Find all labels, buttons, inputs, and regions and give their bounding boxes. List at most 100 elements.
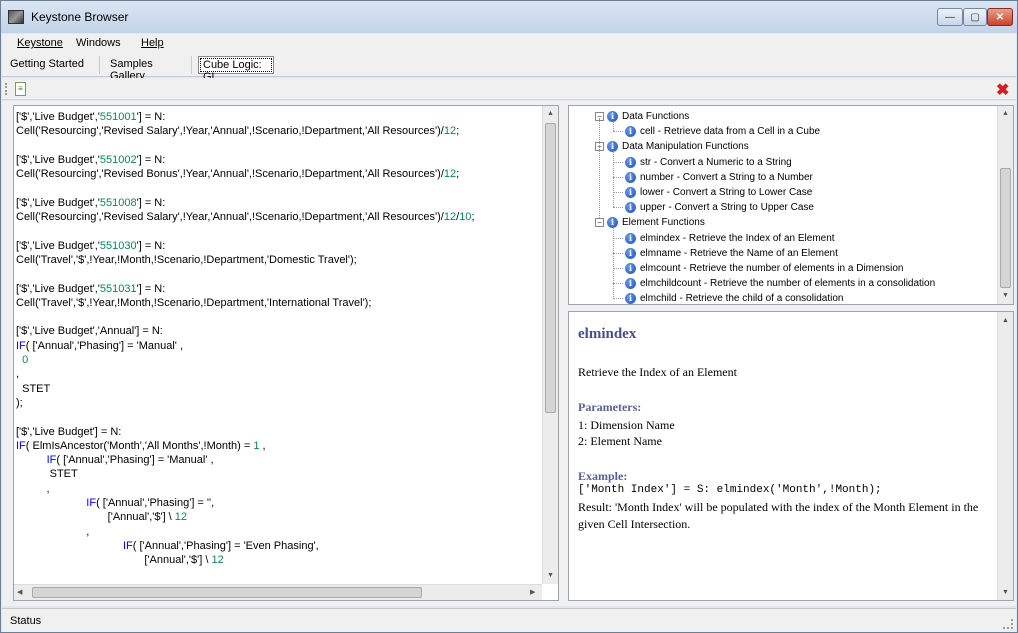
close-window-button[interactable]: ✕ [987, 8, 1013, 26]
editor-vertical-scrollbar[interactable]: ▲ ▼ [542, 106, 558, 584]
code-line[interactable]: IF( ['Annual','Phasing'] = '', [16, 496, 541, 510]
collapse-icon[interactable]: − [595, 218, 604, 228]
code-line[interactable]: STET [16, 382, 541, 396]
tree-item[interactable]: i upper - Convert a String to Upper Case [625, 200, 814, 215]
info-icon: i [625, 171, 636, 183]
title-bar[interactable]: Keystone Browser — ▢ ✕ [1, 1, 1017, 33]
tree-connector [613, 151, 614, 208]
code-line[interactable]: IF( ['Annual','Phasing'] = 'Manual' , [16, 453, 541, 467]
close-tab-icon[interactable]: ✖ [996, 80, 1009, 100]
tree-scroll-down-icon[interactable]: ▼ [1002, 292, 1009, 299]
tab-getting-started[interactable]: Getting Started [6, 56, 100, 74]
code-line[interactable] [16, 267, 541, 281]
tree-group[interactable]: − i Data Manipulation Functions [595, 139, 749, 154]
scroll-down-icon[interactable]: ▼ [547, 572, 554, 579]
tree-item[interactable]: i cell - Retrieve data from a Cell in a C… [625, 124, 820, 139]
status-text: Status [10, 615, 42, 627]
tree-vertical-scrollbar[interactable]: ▲ ▼ [997, 106, 1013, 304]
code-line[interactable] [16, 181, 541, 195]
minimize-button[interactable]: — [937, 8, 963, 26]
code-line[interactable] [16, 224, 541, 238]
editor-scroll-thumb[interactable] [545, 123, 556, 413]
tree-connector [613, 161, 623, 163]
editor-horizontal-scrollbar[interactable]: ◀ ▶ [14, 584, 542, 600]
code-line[interactable]: Cell('Resourcing','Revised Salary',!Year… [16, 210, 541, 224]
code-line[interactable]: , [16, 482, 541, 496]
code-line[interactable]: ['$','Live Budget','551001'] = N: [16, 110, 541, 124]
menu-windows[interactable]: Windows [76, 37, 121, 49]
help-description: Retrieve the Index of an Element [578, 365, 737, 379]
code-line[interactable]: Cell('Travel','$',!Year,!Month,!Scenario… [16, 296, 541, 310]
code-line[interactable]: 0 [16, 353, 541, 367]
tree-item[interactable]: i number - Convert a String to a Number [625, 170, 813, 185]
resize-grip-icon[interactable] [1003, 619, 1013, 629]
info-icon: i [625, 293, 636, 304]
tree-item[interactable]: i lower - Convert a String to Lower Case [625, 185, 812, 200]
code-line[interactable]: , [16, 525, 541, 539]
tab-samples-gallery[interactable]: Samples Gallery [106, 56, 192, 82]
scroll-up-icon[interactable]: ▲ [547, 110, 554, 117]
tree-group[interactable]: − i Data Functions [595, 109, 689, 124]
code-line[interactable]: Cell('Resourcing','Revised Bonus',!Year,… [16, 167, 541, 181]
code-line[interactable]: IF( ['Annual','Phasing'] = 'Even Phasing… [16, 539, 541, 553]
tree-item-label: number - Convert a String to a Number [640, 171, 813, 183]
new-document-icon[interactable]: ≡ [15, 82, 26, 96]
menu-keystone[interactable]: Keystone [17, 37, 63, 49]
code-line[interactable]: STET [16, 467, 541, 481]
code-line[interactable]: IF( ElmIsAncestor('Month','All Months',!… [16, 439, 541, 453]
tree-item[interactable]: i elmchildcount - Retrieve the number of … [625, 276, 935, 291]
code-line[interactable]: , [16, 367, 541, 381]
help-example-heading: Example: [578, 469, 628, 483]
maximize-button[interactable]: ▢ [963, 8, 987, 26]
code-text[interactable]: ['$','Live Budget','551001'] = N: Cell('R… [16, 110, 541, 580]
tree-item[interactable]: i elmchild - Retrieve the child of a cons… [625, 291, 843, 304]
tab-cube-logic-gl[interactable]: Cube Logic: GL [198, 56, 274, 83]
code-line[interactable] [16, 310, 541, 324]
info-icon: i [625, 187, 636, 198]
help-scroll-up-icon[interactable]: ▲ [1002, 316, 1009, 324]
menu-help[interactable]: Help [141, 37, 164, 49]
code-line[interactable]: ); [16, 396, 541, 410]
code-line[interactable]: ['$','Live Budget','551008'] = N: [16, 196, 541, 210]
editor-hscroll-thumb[interactable] [32, 587, 422, 598]
code-line[interactable]: Cell('Travel','$',!Year,!Month,!Scenario… [16, 253, 541, 267]
info-icon: i [625, 263, 636, 274]
info-icon: i [625, 126, 636, 138]
code-line[interactable]: Cell('Resourcing','Revised Salary',!Year… [16, 124, 541, 138]
tree-connector [613, 237, 623, 239]
tree-connector [599, 118, 600, 218]
scroll-right-icon[interactable]: ▶ [530, 588, 535, 596]
code-line[interactable]: ['Annual','$'] \ 12 [16, 510, 541, 524]
minimize-icon: — [945, 11, 955, 23]
code-line[interactable]: ['$','Live Budget','551002'] = N: [16, 153, 541, 167]
code-line[interactable]: ['Annual','$'] \ 12 [16, 553, 541, 567]
tree-item[interactable]: i elmindex - Retrieve the Index of an Ele… [625, 231, 835, 246]
help-param-2: 2: Element Name [578, 434, 662, 448]
code-line[interactable] [16, 139, 541, 153]
help-scroll-down-icon[interactable]: ▼ [1002, 588, 1009, 596]
code-line[interactable]: ['$','Live Budget','551031'] = N: [16, 282, 541, 296]
tree-connector [613, 176, 623, 178]
tree-scroll-thumb[interactable] [1000, 168, 1011, 288]
tree-group[interactable]: − i Element Functions [595, 215, 705, 230]
code-line[interactable]: ['$','Live Budget','551030'] = N: [16, 239, 541, 253]
toolbar-grip[interactable] [5, 83, 7, 95]
code-line[interactable] [16, 410, 541, 424]
code-line[interactable]: ['$','Live Budget','Annual'] = N: [16, 324, 541, 338]
tree-item[interactable]: i str - Convert a Numeric to a String [625, 155, 792, 170]
main-content: ['$','Live Budget','551001'] = N: Cell('R… [2, 101, 1016, 606]
function-tree[interactable]: ▲ ▼ − i Data Functions i cell - Retrieve dat… [568, 105, 1014, 305]
tree-item[interactable]: i elmname - Retrieve the Name of an Eleme… [625, 246, 838, 261]
maximize-icon: ▢ [970, 11, 980, 23]
tree-scroll-up-icon[interactable]: ▲ [1002, 110, 1009, 117]
info-icon: i [625, 247, 636, 259]
tree-item[interactable]: i elmcount - Retrieve the number of eleme… [625, 261, 903, 276]
code-line[interactable]: IF( ['Annual','Phasing'] = 'Manual' , [16, 339, 541, 353]
code-line[interactable]: ['$','Live Budget'] = N: [16, 425, 541, 439]
toolbar: ≡ ✖ [2, 78, 1016, 100]
status-bar: Status [2, 608, 1016, 632]
scroll-left-icon[interactable]: ◀ [17, 588, 22, 596]
help-vertical-scrollbar[interactable]: ▲ ▼ [997, 312, 1013, 600]
rule-editor[interactable]: ['$','Live Budget','551001'] = N: Cell('R… [13, 105, 559, 601]
app-logo-icon [8, 10, 24, 24]
